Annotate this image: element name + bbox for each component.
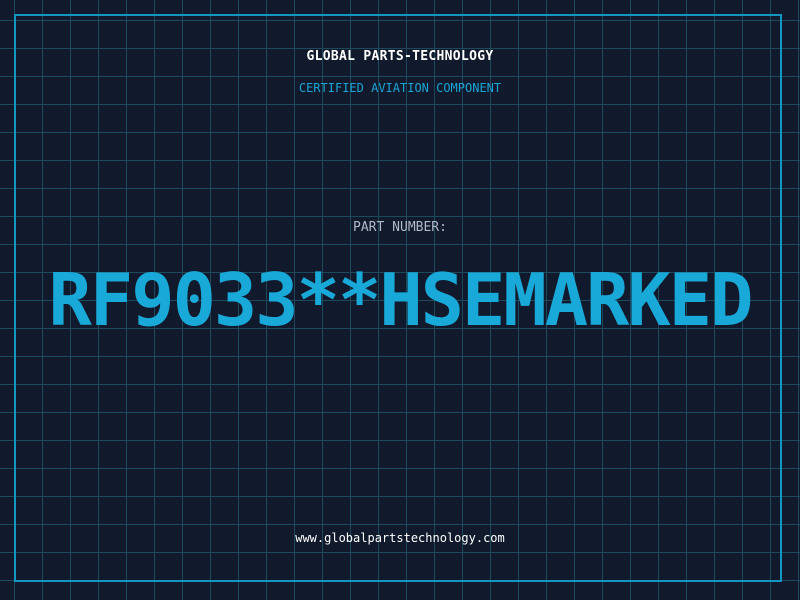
company-name: GLOBAL PARTS-TECHNOLOGY bbox=[306, 49, 494, 64]
website-url: www.globalpartstechnology.com bbox=[295, 531, 505, 545]
part-number-label: PART NUMBER: bbox=[353, 220, 447, 235]
part-number-value: RF9033**HSEMARKED bbox=[48, 258, 754, 342]
certificate-card: GLOBAL PARTS-TECHNOLOGY CERTIFIED AVIATI… bbox=[0, 0, 800, 600]
certification-subtitle: CERTIFIED AVIATION COMPONENT bbox=[298, 81, 502, 95]
